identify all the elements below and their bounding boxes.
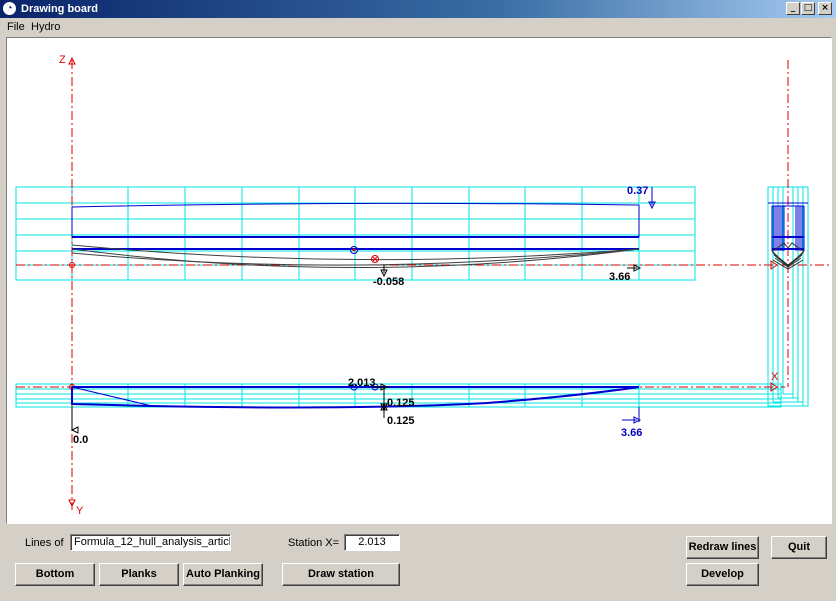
app-logo-icon: ◔: [3, 2, 16, 15]
profile-grid: [15, 186, 696, 281]
axis-z-label: Z: [59, 54, 66, 66]
drawing-canvas[interactable]: Z Y X 0.37 -0.058 3.66 2.013 0.125 0.125…: [6, 37, 832, 524]
minimize-button[interactable]: _: [786, 2, 800, 15]
auto-planking-button[interactable]: Auto Planking: [183, 563, 263, 586]
dim-station-label: 2.013: [348, 377, 376, 389]
quit-button[interactable]: Quit: [771, 536, 827, 559]
menu-hydro[interactable]: Hydro: [31, 21, 60, 33]
axis-x-label: X: [771, 371, 779, 383]
dim-height-label: 0.37: [627, 185, 649, 197]
dim-depth-label: -0.058: [373, 276, 405, 288]
bottom-button[interactable]: Bottom: [15, 563, 95, 586]
menu-bar: File Hydro: [0, 18, 836, 36]
menu-file[interactable]: File: [7, 21, 25, 33]
axes: [16, 60, 831, 510]
title-bar: ◔ Drawing board _ □ ×: [0, 0, 836, 18]
planks-button[interactable]: Planks: [99, 563, 179, 586]
dim-origin-label: 0.0: [73, 434, 89, 446]
lines-of-field[interactable]: Formula_12_hull_analysis_article: [70, 534, 231, 551]
draw-station-button[interactable]: Draw station: [282, 563, 400, 586]
dim-half-breadth-1-label: 0.125: [387, 397, 415, 409]
profile-dimensions: [380, 187, 656, 278]
close-button[interactable]: ×: [818, 2, 832, 15]
dim-half-breadth-2-label: 0.125: [387, 415, 415, 427]
redraw-lines-button[interactable]: Redraw lines: [686, 536, 759, 559]
hull-drawing: [15, 56, 831, 510]
axis-y-label: Y: [76, 505, 84, 517]
develop-button[interactable]: Develop: [686, 563, 759, 586]
axis-arrows: [68, 56, 778, 508]
window-title: Drawing board: [21, 3, 99, 15]
station-x-field[interactable]: 2.013: [344, 534, 400, 551]
plan-dimensions: [70, 383, 642, 434]
maximize-button[interactable]: □: [801, 2, 815, 15]
station-x-label: Station X=: [288, 537, 340, 549]
lines-of-label: Lines of: [25, 537, 64, 549]
dim-length-plan-label: 3.66: [621, 427, 643, 439]
dim-length-profile-label: 3.66: [609, 271, 631, 283]
